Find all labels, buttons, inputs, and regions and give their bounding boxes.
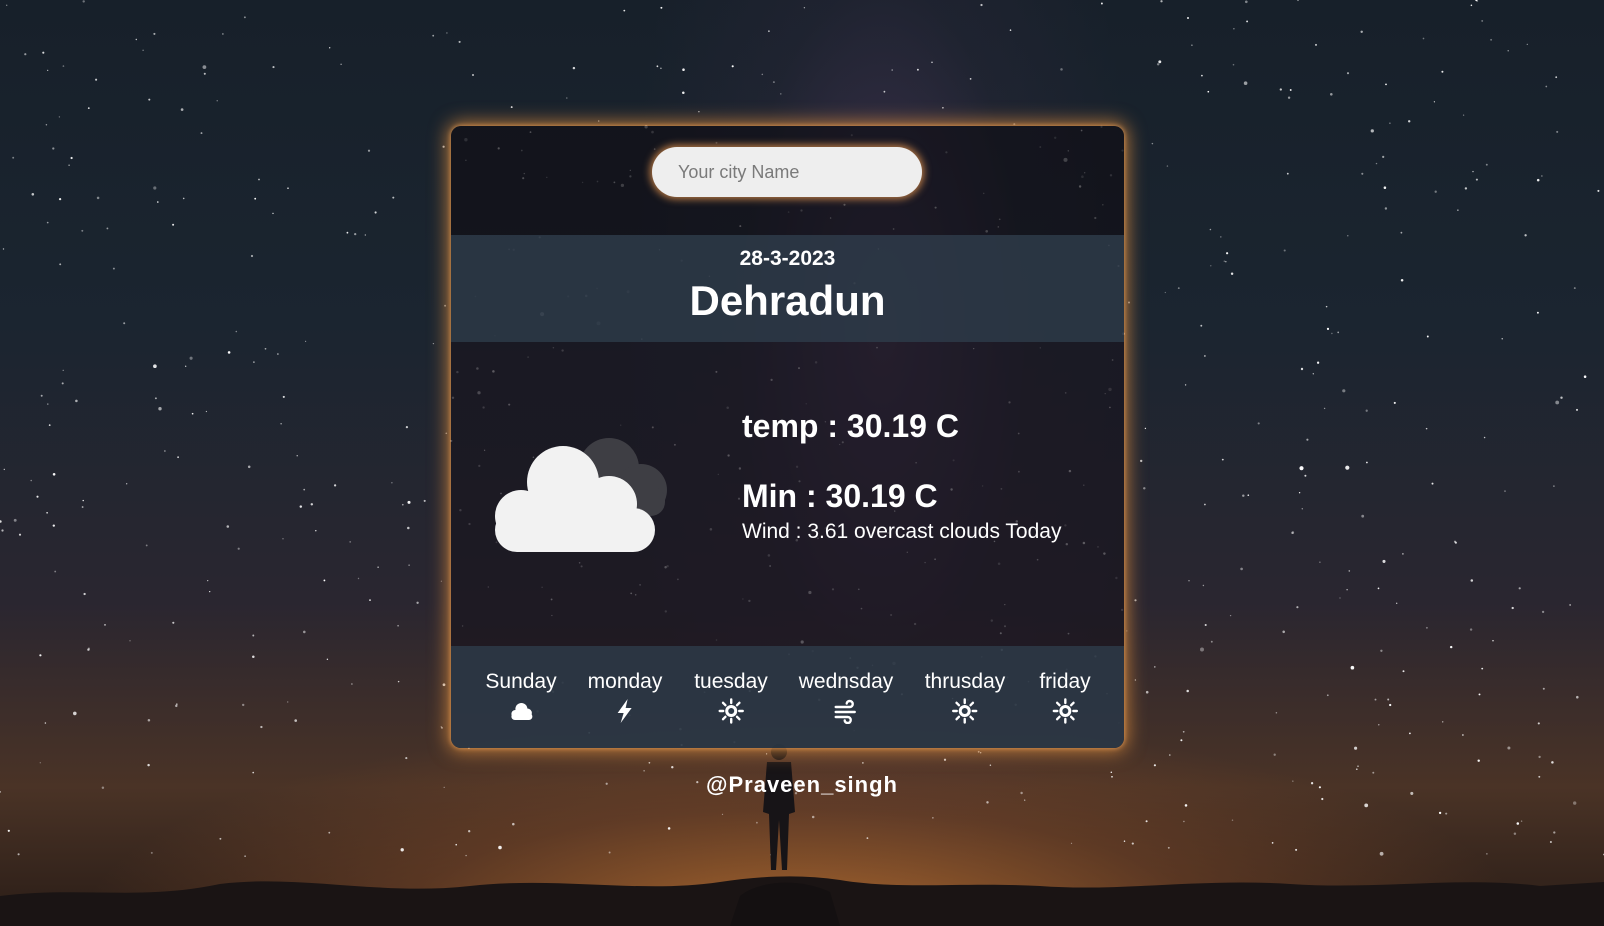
overcast-clouds-icon [495, 438, 667, 552]
wind-icon [834, 699, 857, 724]
sun-icon [718, 698, 744, 724]
author-credit: @Praveen_singh [706, 772, 898, 797]
hill-silhouette [0, 876, 1604, 926]
forecast-day-tuesday: tuesday [694, 670, 768, 724]
cloud-icon [510, 703, 532, 720]
forecast-day-thursday: thrusday [924, 670, 1006, 724]
location-header: 28-3-2023 Dehradun [451, 235, 1124, 342]
forecast-day-friday: friday [1039, 670, 1091, 724]
forecast-day-label: friday [1039, 670, 1091, 693]
weather-card: 28-3-2023 Dehradun temp : 30.19 C Min : … [451, 126, 1124, 748]
forecast-day-label: Sunday [485, 670, 557, 693]
city-search-input[interactable] [652, 147, 922, 197]
forecast-day-wednesday: wednsday [798, 670, 894, 724]
sun-icon [1052, 698, 1078, 724]
search-area [451, 126, 1124, 235]
sun-icon [952, 698, 978, 724]
forecast-day-label: monday [587, 670, 663, 693]
min-temperature-value: Min : 30.19 C [742, 478, 938, 514]
person-silhouette [763, 744, 795, 870]
forecast-day-sunday: Sunday [485, 670, 557, 724]
forecast-day-monday: monday [587, 670, 663, 724]
temperature-value: temp : 30.19 C [742, 408, 959, 444]
forecast-day-label: wednsday [798, 670, 894, 693]
wind-description: Wind : 3.61 overcast clouds Today [742, 520, 1062, 543]
lightning-icon [618, 699, 632, 723]
current-weather-panel: temp : 30.19 C Min : 30.19 C Wind : 3.61… [451, 342, 1124, 646]
weekly-forecast: Sunday monday tuesday wednsday thrusday … [451, 646, 1124, 748]
date-label: 28-3-2023 [739, 247, 836, 270]
city-name: Dehradun [689, 277, 886, 324]
forecast-day-label: tuesday [694, 670, 768, 693]
forecast-day-label: thrusday [924, 670, 1006, 693]
